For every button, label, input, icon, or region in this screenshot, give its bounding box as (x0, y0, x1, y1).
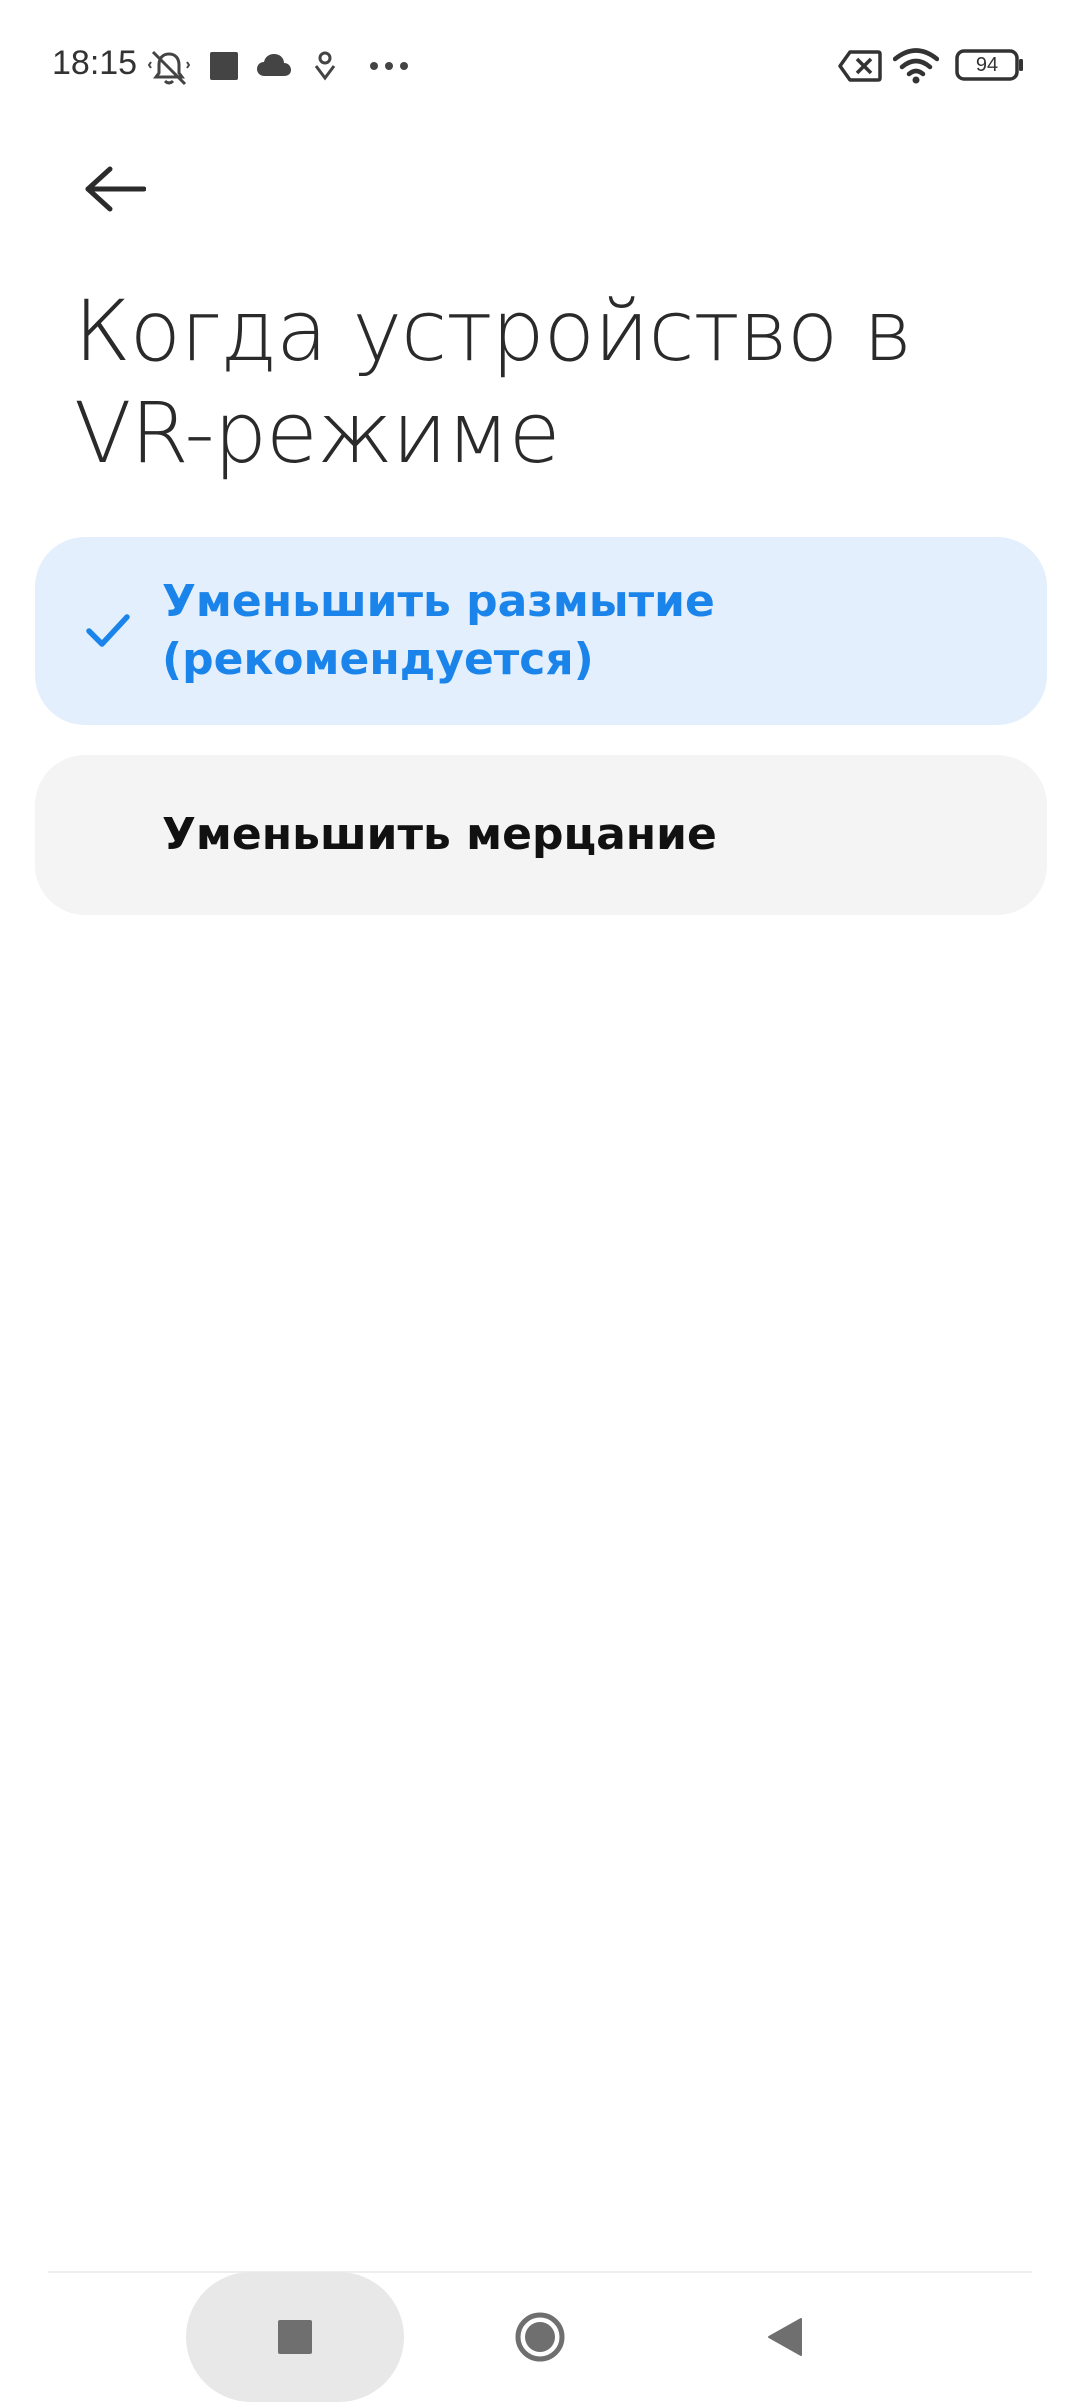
status-bar: 18:15 94 (0, 0, 1080, 130)
option-reduce-flicker[interactable]: Уменьшить мерцание (35, 755, 1047, 915)
back-button[interactable] (60, 134, 170, 244)
home-button[interactable] (500, 2297, 580, 2377)
nav-divider (48, 2271, 1032, 2273)
recents-square-icon (278, 2320, 312, 2354)
home-circle-icon (515, 2312, 565, 2362)
back-triangle-icon (768, 2318, 802, 2356)
status-time: 18:15 (52, 44, 138, 82)
wifi-icon (893, 48, 939, 84)
square-notification-icon (210, 52, 238, 80)
arrow-left-icon (85, 166, 146, 212)
back-nav-button[interactable] (745, 2297, 825, 2377)
mute-vibrate-icon (148, 50, 190, 86)
option-label: Уменьшить размытие (рекомендуется) (162, 576, 715, 685)
page-title: Когда устройство в VR-режиме (74, 282, 912, 482)
battery-icon: 94 (955, 48, 1025, 82)
sim-off-icon (838, 50, 882, 82)
more-dots-icon (370, 62, 408, 70)
option-reduce-blur[interactable]: Уменьшить размытие (рекомендуется) (35, 537, 1047, 725)
cloud-icon (257, 54, 291, 76)
battery-level: 94 (975, 54, 999, 76)
check-icon (86, 614, 130, 647)
location-pin-icon (314, 51, 336, 81)
option-label: Уменьшить мерцание (162, 809, 717, 860)
recents-square-button[interactable] (255, 2304, 335, 2370)
